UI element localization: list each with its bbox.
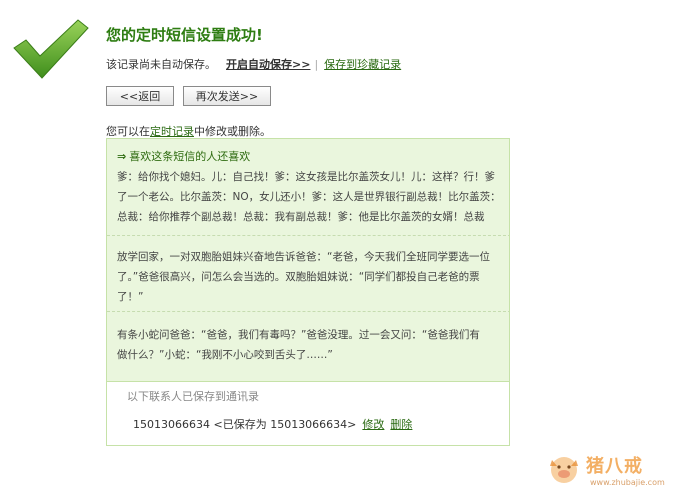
recommend-heading-text: 喜欢这条短信的人还喜欢 bbox=[129, 150, 251, 163]
edit-note: 您可以在定时记录中修改或删除。 bbox=[106, 123, 271, 139]
back-button[interactable]: <<返回 bbox=[106, 86, 174, 106]
edit-note-suffix: 中修改或删除。 bbox=[194, 125, 271, 138]
recommended-message[interactable]: 放学回家，一对双胞胎姐妹兴奋地告诉爸爸：“老爸，今天我们全班同学要选一位 了。”… bbox=[117, 247, 509, 307]
save-to-favorites-link[interactable]: 保存到珍藏记录 bbox=[324, 58, 401, 71]
save-note: 该记录尚未自动保存。 开启自动保存>> | 保存到珍藏记录 bbox=[106, 56, 401, 72]
recommended-message[interactable]: 爹：给你找个媳妇。儿：自己找！爹：这女孩是比尔盖茨女儿！儿：这样？行！爹 了一个… bbox=[117, 167, 509, 227]
delete-contact-link[interactable]: 删除 bbox=[390, 418, 412, 431]
edit-contact-link[interactable]: 修改 bbox=[362, 418, 384, 431]
brand-name: 猪八戒 bbox=[586, 456, 643, 477]
brand-url: www.zhubajie.com bbox=[590, 478, 665, 487]
scheduled-records-link[interactable]: 定时记录 bbox=[150, 125, 194, 138]
resend-button[interactable]: 再次发送>> bbox=[183, 86, 271, 106]
save-note-text: 该记录尚未自动保存。 bbox=[106, 58, 216, 71]
brand-watermark: 猪八戒 www.zhubajie.com bbox=[546, 448, 676, 492]
recommend-panel: ⇒ 喜欢这条短信的人还喜欢 爹：给你找个媳妇。儿：自己找！爹：这女孩是比尔盖茨女儿… bbox=[106, 138, 510, 446]
pig-logo-icon bbox=[550, 457, 578, 483]
saved-contacts-label: 以下联系人已保存到通讯录 bbox=[127, 390, 259, 403]
edit-note-prefix: 您可以在 bbox=[106, 125, 150, 138]
divider bbox=[107, 235, 509, 236]
enable-auto-save-link[interactable]: 开启自动保存>> bbox=[226, 58, 310, 71]
arrow-icon: ⇒ bbox=[117, 150, 127, 163]
contact-entry: 15013066634 <已保存为 15013066634> bbox=[133, 418, 357, 431]
saved-contacts-box: 以下联系人已保存到通讯录 15013066634 <已保存为 150130666… bbox=[107, 381, 509, 445]
checkmark-icon bbox=[13, 19, 89, 79]
link-divider: | bbox=[314, 58, 319, 71]
recommended-message[interactable]: 有条小蛇问爸爸：“爸爸，我们有毒吗？”爸爸没理。过一会又问：“爸爸我们有 做什么… bbox=[117, 325, 509, 365]
recommend-heading: ⇒ 喜欢这条短信的人还喜欢 bbox=[117, 148, 250, 164]
contact-row: 15013066634 <已保存为 15013066634> 修改 删除 bbox=[133, 416, 412, 432]
divider bbox=[107, 311, 509, 312]
success-title: 您的定时短信设置成功! bbox=[106, 26, 263, 44]
